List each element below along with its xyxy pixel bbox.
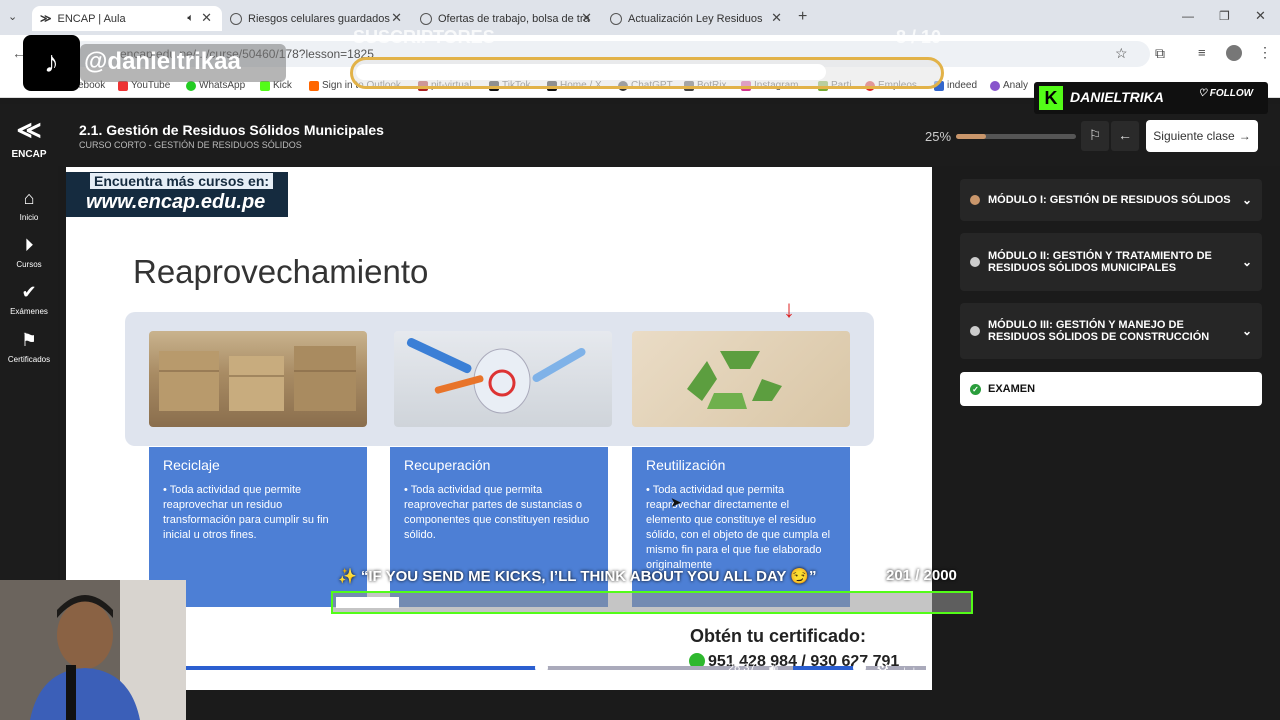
- slide-title: Reaprovechamiento: [133, 253, 429, 290]
- chevron-down-icon: ⌄: [1241, 324, 1252, 338]
- arrow-right-icon: →: [1238, 129, 1251, 143]
- whatsapp-icon: [186, 80, 196, 91]
- mouse-cursor-icon: ➤: [670, 494, 682, 510]
- minimize-icon[interactable]: —: [1182, 9, 1194, 23]
- tab-list-dropdown-icon[interactable]: ⌄: [8, 10, 17, 23]
- kick-follow-label: ♡ FOLLOW: [1198, 88, 1254, 99]
- encap-logo-icon: ≪: [16, 117, 42, 144]
- play-circle-icon: ⏵︎: [24, 235, 34, 255]
- heart-icon: ♡: [1198, 88, 1207, 99]
- chevron-down-icon: ⌄: [1241, 193, 1252, 207]
- bookmark-icon: ⚑: [20, 330, 38, 350]
- status-dot-icon: [970, 195, 980, 205]
- red-arrow-annotation: ↓: [783, 296, 795, 323]
- volume-icon[interactable]: 🔊︎: [769, 660, 778, 677]
- fullscreen-icon[interactable]: ⛶: [904, 658, 915, 675]
- close-icon[interactable]: ✕: [391, 10, 402, 26]
- arrow-left-icon: ←: [1118, 127, 1132, 143]
- webcam-feed: [0, 580, 186, 720]
- kick-logo-icon: K: [1039, 86, 1063, 110]
- more-menu-icon[interactable]: ⋮: [1258, 44, 1272, 61]
- card-text: • Toda actividad que permite reaprovecha…: [163, 484, 329, 541]
- current-time: 28:37: [728, 662, 756, 674]
- progress-fill: [956, 134, 986, 139]
- previous-button[interactable]: ←: [1111, 121, 1139, 151]
- star-icon[interactable]: ☆: [1115, 45, 1128, 62]
- kicks-goal-count: 201 / 2000: [886, 567, 957, 584]
- nav-examenes[interactable]: ✔ Exámenes: [0, 282, 58, 316]
- kicks-goal-bar: [331, 591, 973, 614]
- volume-handle[interactable]: [853, 661, 866, 674]
- encap-logo[interactable]: ≪ ENCAP: [0, 116, 58, 160]
- extensions-icon[interactable]: ⧉: [1155, 45, 1165, 62]
- analytics-icon: [990, 80, 1000, 91]
- bottle-photo: [394, 331, 612, 427]
- card-title: Reciclaje: [163, 457, 220, 473]
- close-icon[interactable]: ✕: [771, 10, 782, 26]
- tab-label: Riesgos celulares guardados: [248, 12, 390, 25]
- exam-item[interactable]: ✓ EXAMEN: [960, 372, 1262, 406]
- kicks-goal-fill: [336, 597, 399, 608]
- progress-label: 25%: [925, 129, 952, 144]
- module-2[interactable]: MÓDULO II: GESTIÓN Y TRATAMIENTO DE RESI…: [960, 233, 1262, 291]
- course-subtitle: CURSO CORTO - GESTIÓN DE RESIDUOS SÓLIDO…: [79, 140, 302, 150]
- card-title: Reutilización: [646, 457, 726, 473]
- kick-channel-name: DANIELTRIKA: [1070, 89, 1164, 105]
- subscribers-goal-fill: [356, 64, 827, 80]
- tiktok-handle: @danieltrikaa: [80, 44, 286, 82]
- subscribers-count: 8 / 10: [896, 27, 942, 47]
- seek-progress: [186, 666, 542, 670]
- promo-text: Encuentra más cursos en:: [90, 173, 274, 189]
- lesson-title: 2.1. Gestión de Residuos Sólidos Municip…: [79, 122, 384, 138]
- tab-label: Actualización Ley Residuos: [628, 12, 763, 25]
- restore-icon[interactable]: ❐: [1219, 9, 1230, 23]
- recycle-photo: [632, 331, 850, 427]
- kick-icon: [260, 80, 270, 91]
- cardboard-photo: [149, 331, 367, 427]
- tab-encap-aula[interactable]: ≫ ENCAP | Aula 🔈︎ ✕: [32, 6, 222, 31]
- encap-favicon-icon: ≫: [40, 13, 52, 25]
- check-icon: ✔: [21, 282, 37, 302]
- tab-label: ENCAP | Aula: [57, 12, 126, 25]
- nav-cursos[interactable]: ⏵︎ Cursos: [0, 235, 58, 269]
- next-class-button[interactable]: Siguiente clase →: [1146, 120, 1258, 152]
- audio-icon: 🔈︎: [187, 12, 194, 24]
- close-icon[interactable]: ✕: [201, 10, 212, 26]
- module-3[interactable]: MÓDULO III: GESTIÓN Y MANEJO DE RESIDUOS…: [960, 303, 1262, 359]
- status-dot-icon: [970, 257, 980, 267]
- tiktok-logo-icon: ♪: [23, 35, 80, 91]
- kicks-goal-message: ✨ “IF YOU SEND ME KICKS, I’LL THINK ABOU…: [338, 568, 817, 585]
- avatar[interactable]: [1226, 45, 1242, 61]
- window-close-icon[interactable]: ✕: [1255, 8, 1266, 24]
- volume-slider[interactable]: [793, 666, 858, 670]
- globe-icon: [610, 12, 622, 25]
- tab-label: Ofertas de trabajo, bolsa de tra: [438, 12, 590, 25]
- new-tab-icon[interactable]: +: [798, 8, 807, 26]
- card-title: Recuperación: [404, 457, 491, 473]
- info-icon: [420, 12, 432, 25]
- check-circle-icon: ✓: [970, 383, 981, 395]
- media-icon[interactable]: ≡: [1198, 45, 1206, 60]
- subscribers-label: SUSCRIPTORES: [353, 27, 495, 47]
- windows-icon: [309, 80, 319, 91]
- promo-url: www.encap.edu.pe: [86, 191, 266, 213]
- nav-inicio[interactable]: ⌂ Inicio: [0, 188, 58, 222]
- tab-ley-residuos[interactable]: Actualización Ley Residuos ✕: [602, 6, 792, 31]
- settings-gear-icon[interactable]: ⚙: [876, 658, 889, 676]
- nav-certificados[interactable]: ⚑ Certificados: [0, 330, 58, 364]
- chevron-down-icon: ⌄: [1241, 255, 1252, 269]
- card-text: • Toda actividad que permita reaprovecha…: [404, 484, 590, 541]
- flag-icon: ⚐: [1088, 127, 1102, 143]
- youtube-icon: [118, 80, 128, 91]
- certificate-title: Obtén tu certificado:: [690, 626, 867, 646]
- globe-icon: [230, 12, 242, 25]
- close-icon[interactable]: ✕: [581, 10, 592, 26]
- bookmark-item[interactable]: Analy: [990, 80, 1028, 91]
- home-icon: ⌂: [23, 188, 35, 208]
- module-1[interactable]: MÓDULO I: GESTIÓN DE RESIDUOS SÓLIDOS ⌄: [960, 179, 1262, 221]
- status-dot-icon: [970, 326, 980, 336]
- flag-button[interactable]: ⚐: [1081, 121, 1109, 151]
